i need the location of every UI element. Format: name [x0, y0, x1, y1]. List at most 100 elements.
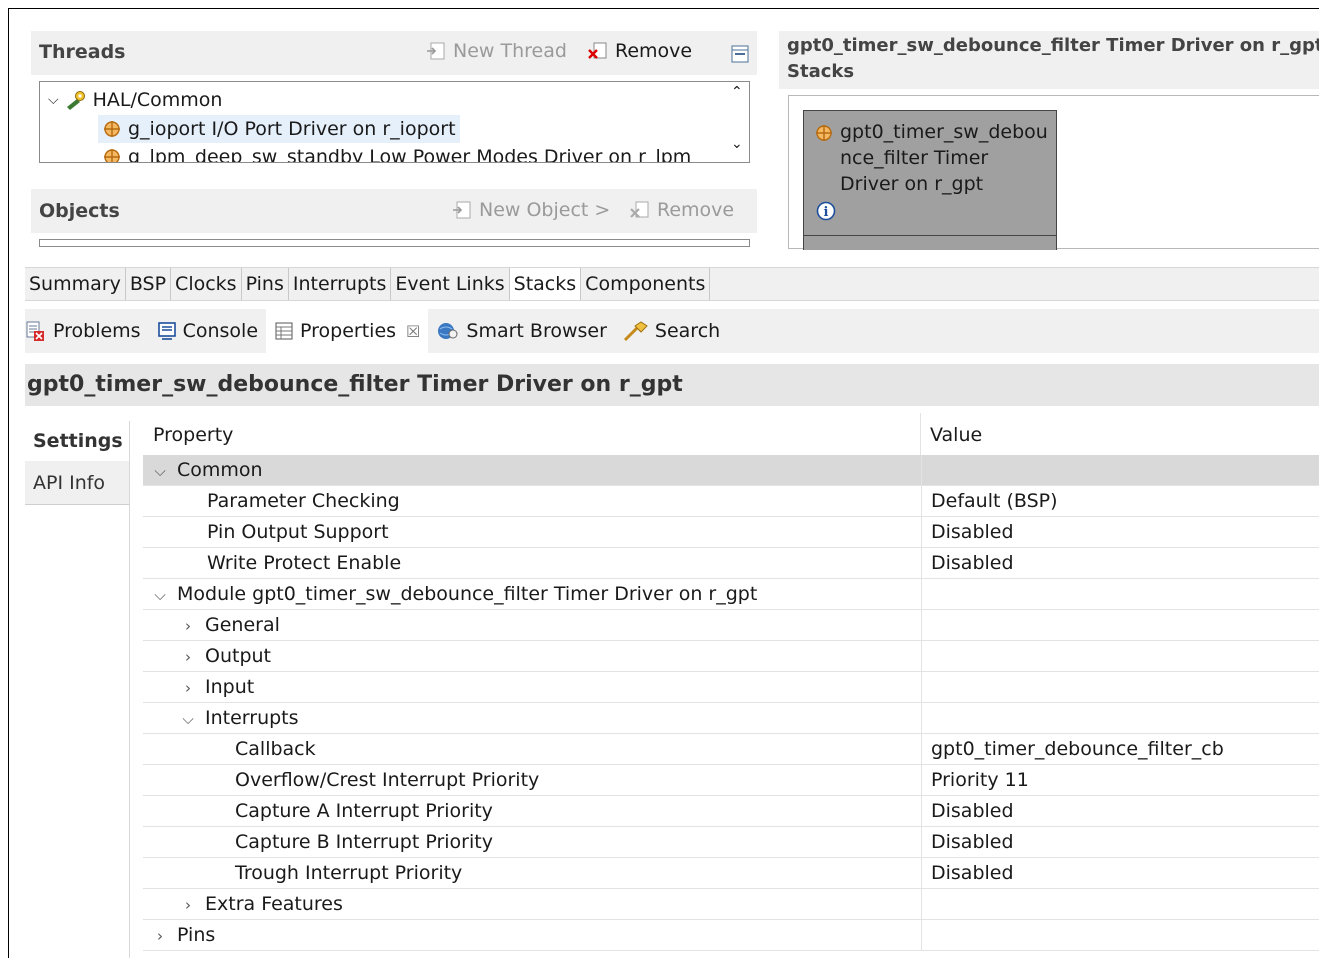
property-row[interactable]: ⌵ Module gpt0_timer_sw_debounce_filter Ti…: [143, 579, 1319, 610]
module-icon: [816, 125, 832, 141]
collapse-all-icon[interactable]: [731, 45, 749, 63]
property-row[interactable]: Parameter Checking Default (BSP): [143, 486, 1319, 517]
scroll-down-icon[interactable]: ⌄: [731, 136, 743, 152]
property-row[interactable]: › Pins: [143, 920, 1319, 951]
property-name: Overflow/Crest Interrupt Priority: [235, 765, 539, 795]
property-name-label: Module gpt0_timer_sw_debounce_filter Tim…: [177, 583, 758, 605]
property-row[interactable]: Pin Output Support Disabled: [143, 517, 1319, 548]
objects-panel-header: Objects New Object > Remove: [31, 189, 757, 233]
tab-summary[interactable]: Summary: [25, 268, 126, 300]
tab-console[interactable]: Console: [149, 309, 266, 353]
property-row[interactable]: › Extra Features: [143, 889, 1319, 920]
chevron-right-icon[interactable]: ›: [181, 611, 195, 641]
search-icon: [623, 321, 648, 342]
column-header-value[interactable]: Value: [930, 424, 982, 446]
info-icon[interactable]: i: [816, 201, 836, 221]
tree-item-lpm[interactable]: g_lpm_deep_sw_standby Low Power Modes Dr…: [102, 143, 692, 163]
tree-scrollbar[interactable]: ⌃ ⌄: [727, 82, 749, 162]
scroll-up-icon[interactable]: ⌃: [731, 84, 743, 100]
stack-block[interactable]: gpt0_timer_sw_debou nce_filter Timer Dri…: [803, 110, 1057, 250]
chevron-right-icon[interactable]: ›: [181, 673, 195, 703]
property-value[interactable]: Default (BSP): [921, 486, 1319, 516]
property-name: › Extra Features: [181, 889, 343, 919]
chevron-down-icon[interactable]: ⌵: [153, 580, 167, 610]
property-value[interactable]: [921, 641, 1319, 671]
search-label: Search: [654, 320, 721, 342]
new-thread-label: New Thread: [453, 40, 567, 62]
remove-object-button[interactable]: Remove: [629, 199, 734, 221]
tree-group-label: HAL/Common: [92, 89, 223, 111]
tab-components[interactable]: Components: [581, 268, 711, 300]
editor-tabs: Summary BSP Clocks Pins Interrupts Event…: [25, 267, 1319, 301]
property-name: Trough Interrupt Priority: [235, 858, 462, 888]
property-row[interactable]: ⌵ Common: [143, 455, 1319, 486]
property-row[interactable]: Trough Interrupt Priority Disabled: [143, 858, 1319, 889]
tree-node-hal-common[interactable]: ⌵ HAL/Common: [48, 86, 222, 114]
property-name-label: Capture A Interrupt Priority: [235, 800, 493, 822]
tab-properties[interactable]: Properties ☒: [266, 309, 429, 353]
remove-icon: [630, 201, 649, 218]
tab-search[interactable]: Search: [615, 309, 728, 353]
property-value[interactable]: Disabled: [921, 548, 1319, 578]
tab-stacks[interactable]: Stacks: [509, 268, 582, 300]
property-row[interactable]: › Output: [143, 641, 1319, 672]
property-row[interactable]: Overflow/Crest Interrupt Priority Priorit…: [143, 765, 1319, 796]
chevron-down-icon[interactable]: ⌵: [153, 456, 167, 486]
property-value[interactable]: [921, 579, 1319, 609]
stack-block-line-1: gpt0_timer_sw_debou: [840, 121, 1048, 143]
tab-clocks[interactable]: Clocks: [171, 268, 242, 300]
property-value[interactable]: Disabled: [921, 858, 1319, 888]
side-tab-api-info[interactable]: API Info: [25, 463, 129, 503]
new-thread-icon: [427, 42, 445, 60]
property-value[interactable]: [921, 703, 1319, 733]
tab-problems[interactable]: Problems: [25, 309, 149, 353]
column-header-property[interactable]: Property: [153, 424, 233, 446]
property-value[interactable]: [921, 920, 1319, 950]
svg-text:i: i: [824, 205, 829, 220]
property-value[interactable]: [921, 610, 1319, 640]
chevron-right-icon[interactable]: ›: [153, 921, 167, 951]
thread-tree: ⌵ HAL/Common g_ioport I/O Port Driver on…: [39, 81, 750, 163]
property-value[interactable]: [921, 455, 1319, 485]
property-name: ⌵ Interrupts: [181, 703, 299, 734]
property-name-label: Interrupts: [205, 707, 299, 729]
side-tab-settings[interactable]: Settings: [25, 421, 129, 461]
tree-item-label: g_lpm_deep_sw_standby Low Power Modes Dr…: [128, 146, 692, 163]
close-icon[interactable]: ☒: [406, 322, 420, 341]
property-value[interactable]: [921, 672, 1319, 702]
chevron-down-icon[interactable]: ⌵: [48, 92, 59, 108]
chevron-down-icon[interactable]: ⌵: [181, 704, 195, 734]
remove-thread-button[interactable]: Remove: [587, 40, 692, 62]
remove-label: Remove: [657, 199, 735, 221]
property-name-label: Pins: [177, 924, 216, 946]
chevron-right-icon[interactable]: ›: [181, 890, 195, 920]
tab-bsp[interactable]: BSP: [126, 268, 172, 300]
tab-event-links[interactable]: Event Links: [391, 268, 510, 300]
property-row[interactable]: Capture B Interrupt Priority Disabled: [143, 827, 1319, 858]
tab-pins[interactable]: Pins: [242, 268, 289, 300]
property-row[interactable]: Write Protect Enable Disabled: [143, 548, 1319, 579]
console-icon: [157, 322, 176, 340]
tab-smart-browser[interactable]: Smart Browser: [428, 309, 615, 353]
property-row[interactable]: ⌵ Interrupts: [143, 703, 1319, 734]
property-row[interactable]: › General: [143, 610, 1319, 641]
property-value[interactable]: Disabled: [921, 517, 1319, 547]
property-row[interactable]: Capture A Interrupt Priority Disabled: [143, 796, 1319, 827]
property-row[interactable]: Callback gpt0_timer_debounce_filter_cb: [143, 734, 1319, 765]
property-value[interactable]: Priority 11: [921, 765, 1319, 795]
new-thread-button[interactable]: New Thread: [425, 40, 567, 62]
remove-icon: [588, 42, 607, 59]
new-object-icon: [453, 201, 471, 219]
property-value[interactable]: Disabled: [921, 827, 1319, 857]
new-object-label: New Object >: [479, 199, 611, 221]
property-name-label: Trough Interrupt Priority: [235, 862, 463, 884]
property-value[interactable]: gpt0_timer_debounce_filter_cb: [921, 734, 1319, 764]
property-value[interactable]: Disabled: [921, 796, 1319, 826]
property-row[interactable]: › Input: [143, 672, 1319, 703]
property-value[interactable]: [921, 889, 1319, 919]
objects-list: [39, 239, 750, 247]
tab-interrupts[interactable]: Interrupts: [289, 268, 392, 300]
chevron-right-icon[interactable]: ›: [181, 642, 195, 672]
tree-item-ioport[interactable]: g_ioport I/O Port Driver on r_ioport: [98, 115, 460, 143]
new-object-button[interactable]: New Object >: [451, 199, 610, 221]
